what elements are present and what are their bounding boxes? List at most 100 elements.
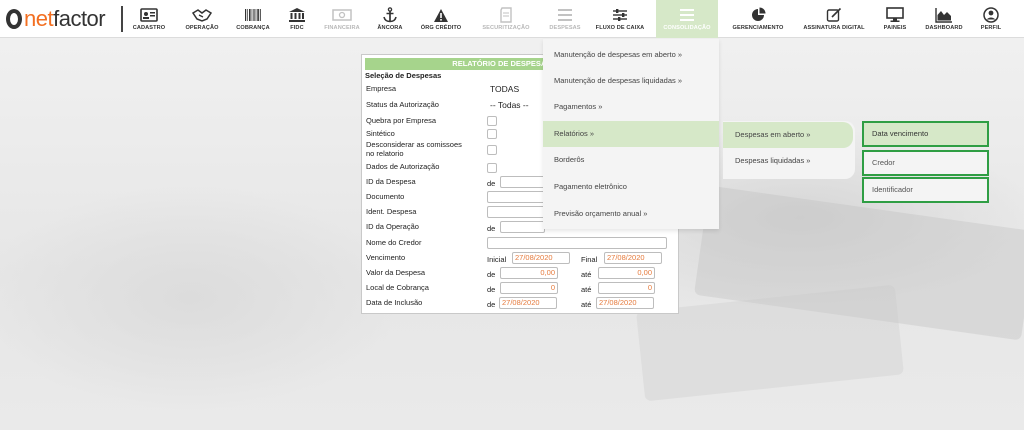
nav-paineis[interactable]: PAINEIS bbox=[878, 0, 912, 38]
id-card-icon bbox=[138, 7, 160, 23]
nav-despesas[interactable]: DESPESAS bbox=[544, 0, 586, 38]
label-dados-autorizacao: Dados de Autorização bbox=[366, 162, 440, 171]
list-icon bbox=[554, 7, 576, 23]
menu-item-pagamento-eletronico[interactable]: Pagamento eletrônico bbox=[543, 174, 719, 200]
nav-label: DESPESAS bbox=[549, 25, 581, 31]
sliders-icon bbox=[609, 7, 631, 23]
label-quebra: Quebra por Empresa bbox=[366, 116, 437, 125]
nav-label: SECURITIZAÇÃO bbox=[482, 25, 530, 31]
data-inclusao-de-input[interactable]: 27/08/2020 bbox=[499, 297, 557, 309]
nav-label: ASSINATURA DIGITAL bbox=[803, 25, 865, 31]
user-icon bbox=[980, 7, 1002, 23]
nav-org-credito[interactable]: ÓRG CRÉDITO bbox=[416, 0, 466, 38]
de-label: de bbox=[487, 224, 496, 233]
menu-item-manutencao-liquidadas[interactable]: Manutenção de despesas liquidadas » bbox=[543, 68, 719, 94]
nav-operacao[interactable]: OPERAÇÃO bbox=[180, 0, 224, 38]
nav-perfil[interactable]: PERFIL bbox=[976, 0, 1006, 38]
menu-item-pagamentos[interactable]: Pagamentos » bbox=[543, 94, 719, 120]
submenu-item-credor[interactable]: Credor bbox=[862, 150, 989, 176]
label-desconsiderar: Desconsiderar as comissoes bbox=[366, 140, 462, 149]
warning-icon bbox=[430, 7, 452, 23]
menu-item-borderos[interactable]: Borderôs bbox=[543, 147, 719, 173]
nav-securitizacao[interactable]: SECURITIZAÇÃO bbox=[476, 0, 536, 38]
de-label: de bbox=[487, 270, 496, 279]
label-ident-despesa: Ident. Despesa bbox=[366, 207, 417, 216]
label-empresa: Empresa bbox=[366, 84, 397, 93]
logo-divider bbox=[121, 6, 123, 32]
valor-despesa-de-input[interactable]: 0,00 bbox=[500, 267, 558, 279]
label-id-operacao: ID da Operação bbox=[366, 222, 419, 231]
nav-gerenciamento[interactable]: GERENCIAMENTO bbox=[726, 0, 790, 38]
dados-autorizacao-checkbox[interactable] bbox=[487, 163, 497, 173]
nav-cobranca[interactable]: COBRANÇA bbox=[232, 0, 274, 38]
label-id-despesa: ID da Despesa bbox=[366, 177, 416, 186]
nav-fluxo-caixa[interactable]: FLUXO DE CAIXA bbox=[592, 0, 648, 38]
de-label: de bbox=[487, 285, 496, 294]
document-icon bbox=[495, 7, 517, 23]
nav-dashboard[interactable]: DASHBOARD bbox=[920, 0, 968, 38]
relatorios-submenu: Despesas em aberto » Despesas liquidadas… bbox=[723, 121, 855, 179]
nav-label: GERENCIAMENTO bbox=[732, 25, 784, 31]
label-nome-credor: Nome do Credor bbox=[366, 238, 422, 247]
nav-label: FLUXO DE CAIXA bbox=[595, 25, 645, 31]
sintetico-checkbox[interactable] bbox=[487, 129, 497, 139]
nav-label: FIDC bbox=[290, 25, 304, 31]
vencimento-inicial-input[interactable]: 27/08/2020 bbox=[512, 252, 570, 264]
label-sintetico: Sintético bbox=[366, 129, 395, 138]
submenu-item-data-vencimento[interactable]: Data vencimento bbox=[862, 121, 989, 147]
quebra-checkbox[interactable] bbox=[487, 116, 497, 126]
label-local-cobranca: Local de Cobrança bbox=[366, 283, 429, 292]
status-select[interactable]: -- Todas -- bbox=[487, 99, 547, 111]
final-label: Final bbox=[581, 255, 598, 264]
documento-input[interactable] bbox=[487, 191, 545, 203]
nav-label: CONSOLIDAÇÃO bbox=[663, 25, 711, 31]
inicial-label: Inicial bbox=[487, 255, 507, 264]
nome-credor-input[interactable] bbox=[487, 237, 667, 249]
menu-item-relatorios[interactable]: Relatórios » bbox=[543, 121, 719, 147]
nav-label: PERFIL bbox=[980, 25, 1002, 31]
submenu-item-despesas-liquidadas[interactable]: Despesas liquidadas » bbox=[723, 148, 853, 174]
ident-despesa-input[interactable] bbox=[487, 206, 545, 218]
local-cobranca-de-input[interactable]: 0 bbox=[500, 282, 558, 294]
nav-assinatura-digital[interactable]: ASSINATURA DIGITAL bbox=[798, 0, 870, 38]
monitor-icon bbox=[884, 7, 906, 23]
logo-mark bbox=[6, 9, 22, 29]
empresa-select[interactable]: TODAS bbox=[487, 83, 547, 95]
nav-label: ÂNCORA bbox=[377, 25, 403, 31]
nav-financeira[interactable]: FINANCEIRA bbox=[320, 0, 364, 38]
anchor-icon bbox=[379, 7, 401, 23]
nav-fidc[interactable]: FIDC bbox=[282, 0, 312, 38]
menu-item-previsao-orcamento[interactable]: Previsão orçamento anual » bbox=[543, 201, 719, 227]
money-icon bbox=[331, 7, 353, 23]
ate-label: até bbox=[581, 270, 592, 279]
netfactor-logo[interactable]: net factor bbox=[6, 6, 106, 32]
handshake-icon bbox=[191, 7, 213, 23]
submenu-item-despesas-aberto[interactable]: Despesas em aberto » bbox=[723, 122, 853, 148]
bank-icon bbox=[286, 7, 308, 23]
valor-despesa-ate-input[interactable]: 0,00 bbox=[598, 267, 655, 279]
barcode-icon bbox=[242, 7, 264, 23]
local-cobranca-ate-input[interactable]: 0 bbox=[598, 282, 655, 294]
nav-label: OPERAÇÃO bbox=[185, 25, 219, 31]
desconsiderar-checkbox[interactable] bbox=[487, 145, 497, 155]
nav-label: DASHBOARD bbox=[925, 25, 963, 31]
signature-icon bbox=[823, 7, 845, 23]
logo-factor-text: factor bbox=[53, 6, 106, 31]
pie-chart-icon bbox=[747, 7, 769, 23]
label-status: Status da Autorização bbox=[366, 100, 439, 109]
label-vencimento: Vencimento bbox=[366, 253, 406, 262]
nav-consolidacao[interactable]: CONSOLIDAÇÃO bbox=[656, 0, 718, 38]
nav-ancora[interactable]: ÂNCORA bbox=[372, 0, 408, 38]
vencimento-final-input[interactable]: 27/08/2020 bbox=[604, 252, 662, 264]
label-desconsiderar-2: no relatorio bbox=[366, 149, 404, 158]
menu-item-manutencao-aberto[interactable]: Manutenção de despesas em aberto » bbox=[543, 42, 719, 68]
area-chart-icon bbox=[933, 7, 955, 23]
submenu-item-identificador[interactable]: Identificador bbox=[862, 177, 989, 203]
id-despesa-de-input[interactable] bbox=[500, 176, 545, 188]
nav-cadastro[interactable]: CADASTRO bbox=[128, 0, 170, 38]
data-inclusao-ate-input[interactable]: 27/08/2020 bbox=[596, 297, 654, 309]
nav-label: ÓRG CRÉDITO bbox=[420, 25, 462, 31]
ate-label: até bbox=[581, 285, 592, 294]
id-operacao-de-input[interactable] bbox=[500, 221, 545, 233]
de-label: de bbox=[487, 179, 496, 188]
